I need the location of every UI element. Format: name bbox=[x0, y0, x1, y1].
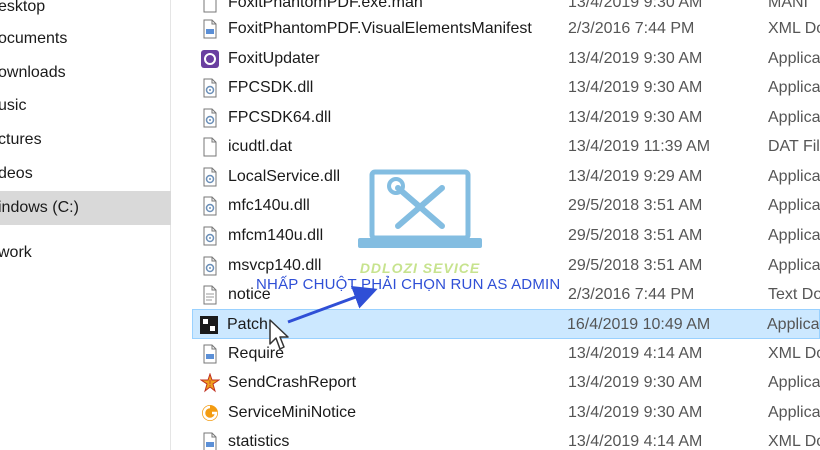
file-date-modified: 2/3/2016 7:44 PM bbox=[568, 20, 695, 37]
nav-item-music[interactable]: usic bbox=[0, 89, 171, 123]
file-type: Applica bbox=[767, 316, 820, 333]
nav-item-downloads[interactable]: ownloads bbox=[0, 56, 171, 90]
file-row[interactable]: mfcm140u.dll 29/5/2018 3:51 AM Applica bbox=[194, 221, 820, 251]
file-list: FoxitPhantomPDF.exe.man 13/4/2019 9:30 AM… bbox=[172, 0, 820, 450]
file-type: Text Do bbox=[768, 286, 820, 303]
crash-report-icon: ! bbox=[199, 372, 221, 393]
nav-item-label: indows (C:) bbox=[0, 199, 79, 216]
nav-item-network[interactable]: work bbox=[0, 236, 171, 270]
patch-app-icon bbox=[199, 315, 219, 335]
nav-item-label: ocuments bbox=[0, 30, 68, 47]
nav-item-desktop[interactable]: esktop bbox=[0, 0, 171, 24]
dll-file-icon bbox=[200, 226, 220, 246]
xml-file-icon bbox=[200, 432, 220, 450]
file-type: DAT Fil bbox=[768, 138, 820, 155]
file-name: ServiceMiniNotice bbox=[228, 404, 357, 421]
svg-text:!: ! bbox=[208, 379, 211, 388]
file-date-modified: 16/4/2019 10:49 AM bbox=[567, 316, 711, 333]
file-type: Applica bbox=[768, 257, 820, 274]
file-name: FoxitPhantomPDF.VisualElementsManifest bbox=[228, 20, 532, 37]
nav-item-pictures[interactable]: ctures bbox=[0, 123, 171, 157]
nav-item-label: deos bbox=[0, 165, 33, 182]
file-date-modified: 13/4/2019 4:14 AM bbox=[568, 345, 703, 362]
file-name: mfc140u.dll bbox=[228, 197, 310, 214]
file-date-modified: 29/5/2018 3:51 AM bbox=[568, 227, 703, 244]
file-name: FoxitUpdater bbox=[228, 50, 320, 67]
nav-item-documents[interactable]: ocuments bbox=[0, 22, 171, 56]
file-name: statistics bbox=[228, 433, 290, 450]
file-date-modified: 13/4/2019 9:30 AM bbox=[568, 50, 703, 67]
dll-file-icon bbox=[200, 256, 220, 276]
file-row[interactable]: ! SendCrashReport 13/4/2019 9:30 AM Applica bbox=[194, 368, 820, 398]
navigation-pane: esktop ocuments ownloads usic ctures deo… bbox=[0, 0, 171, 450]
dll-file-icon bbox=[200, 78, 220, 98]
dll-file-icon bbox=[200, 108, 220, 128]
file-date-modified: 29/5/2018 3:51 AM bbox=[568, 257, 703, 274]
file-type: Applica bbox=[768, 79, 820, 96]
file-name: LocalService.dll bbox=[228, 168, 341, 185]
file-row[interactable]: FPCSDK64.dll 13/4/2019 9:30 AM Applica bbox=[194, 103, 820, 133]
nav-item-videos[interactable]: deos bbox=[0, 157, 171, 191]
file-type: Applica bbox=[768, 109, 820, 126]
annotation-arrow bbox=[287, 285, 378, 324]
file-type: Applica bbox=[768, 197, 820, 214]
dll-file-icon bbox=[200, 196, 220, 216]
file-name: mfcm140u.dll bbox=[228, 227, 324, 244]
file-type: XML Do bbox=[768, 20, 820, 37]
mouse-cursor-icon bbox=[269, 319, 289, 350]
file-row[interactable]: statistics 13/4/2019 4:14 AM XML Do bbox=[194, 427, 820, 450]
dll-file-icon bbox=[200, 167, 220, 187]
manifest-file-icon bbox=[200, 0, 220, 13]
nav-item-label: ctures bbox=[0, 131, 42, 148]
file-type: Applica bbox=[768, 374, 820, 391]
text-file-icon bbox=[200, 285, 220, 305]
file-date-modified: 29/5/2018 3:51 AM bbox=[568, 197, 703, 214]
nav-item-label: usic bbox=[0, 97, 27, 114]
file-name: icudtl.dat bbox=[228, 138, 293, 155]
file-row[interactable]: icudtl.dat 13/4/2019 11:39 AM DAT Fil bbox=[194, 132, 820, 162]
xml-file-icon bbox=[200, 19, 220, 39]
watermark: DDLOZI SEVICE bbox=[350, 168, 490, 278]
file-type: Applica bbox=[768, 404, 820, 421]
file-row[interactable]: FoxitPhantomPDF.VisualElementsManifest 2/… bbox=[194, 14, 820, 44]
file-date-modified: 13/4/2019 4:14 AM bbox=[568, 433, 703, 450]
tools-laptop-icon bbox=[358, 169, 482, 248]
file-name: FPCSDK64.dll bbox=[228, 109, 332, 126]
blank-file-icon bbox=[200, 137, 220, 157]
nav-item-label: esktop bbox=[0, 0, 46, 15]
updater-app-icon bbox=[200, 49, 220, 69]
file-row[interactable]: LocalService.dll 13/4/2019 9:29 AM Applica bbox=[194, 162, 820, 192]
file-name: SendCrashReport bbox=[228, 374, 357, 391]
file-date-modified: 13/4/2019 9:30 AM bbox=[568, 109, 703, 126]
file-row[interactable]: ServiceMiniNotice 13/4/2019 9:30 AM Applic… bbox=[194, 398, 820, 428]
file-type: XML Do bbox=[768, 345, 820, 362]
file-name: FPCSDK.dll bbox=[228, 79, 314, 96]
file-row[interactable]: FoxitUpdater 13/4/2019 9:30 AM Applica bbox=[194, 44, 820, 74]
file-date-modified: 13/4/2019 9:29 AM bbox=[568, 168, 703, 185]
file-name: Patch bbox=[227, 316, 268, 333]
file-date-modified: 13/4/2019 9:30 AM bbox=[568, 404, 703, 421]
file-date-modified: 13/4/2019 9:30 AM bbox=[568, 374, 703, 391]
xml-file-icon bbox=[200, 344, 220, 364]
file-date-modified: 2/3/2016 7:44 PM bbox=[568, 286, 695, 303]
nav-item-label: work bbox=[0, 244, 32, 261]
file-row[interactable]: mfc140u.dll 29/5/2018 3:51 AM Applica bbox=[194, 191, 820, 221]
file-type: Applica bbox=[768, 50, 820, 67]
nav-item-label: ownloads bbox=[0, 64, 66, 81]
file-type: Applica bbox=[768, 227, 820, 244]
file-type: XML Do bbox=[768, 433, 820, 450]
file-row[interactable]: FPCSDK.dll 13/4/2019 9:30 AM Applica bbox=[194, 73, 820, 103]
file-date-modified: 13/4/2019 9:30 AM bbox=[568, 79, 703, 96]
watermark-text: DDLOZI SEVICE bbox=[359, 260, 481, 276]
file-type: Applica bbox=[768, 168, 820, 185]
foxit-service-icon bbox=[200, 403, 220, 423]
file-date-modified: 13/4/2019 11:39 AM bbox=[568, 138, 711, 155]
nav-item-windows-c[interactable]: indows (C:) bbox=[0, 191, 171, 225]
